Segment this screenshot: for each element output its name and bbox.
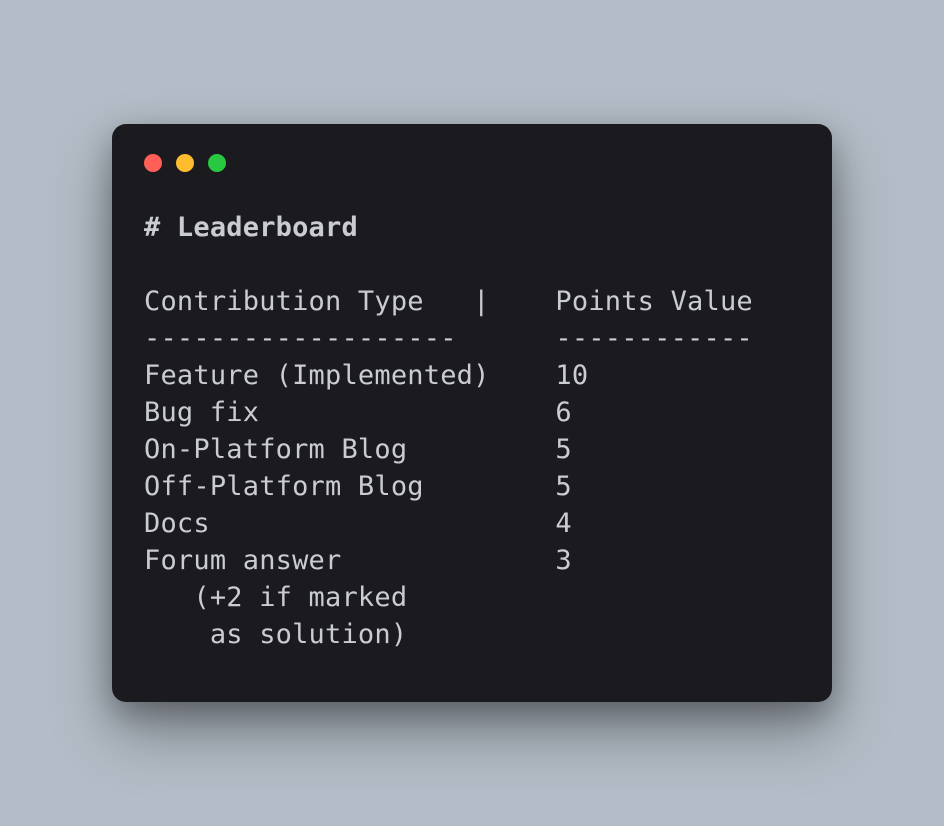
table-rule: ------------------- ------------ — [144, 323, 753, 354]
zoom-icon[interactable] — [208, 154, 226, 172]
col-header-points: Points Value — [555, 286, 752, 317]
minimize-icon[interactable] — [176, 154, 194, 172]
footnote-line: (+2 if marked — [144, 582, 407, 613]
heading: # Leaderboard — [144, 212, 358, 243]
table-header: Contribution Type | Points Value — [144, 286, 753, 317]
terminal-window: # Leaderboard Contribution Type | Points… — [112, 124, 832, 702]
col-header-type: Contribution Type | — [144, 286, 490, 317]
close-icon[interactable] — [144, 154, 162, 172]
window-titlebar — [144, 154, 800, 172]
table-body: Feature (Implemented) 10 Bug fix 6 On-Pl… — [144, 360, 588, 576]
terminal-content: # Leaderboard Contribution Type | Points… — [144, 210, 800, 654]
footnote-line: as solution) — [144, 619, 407, 650]
